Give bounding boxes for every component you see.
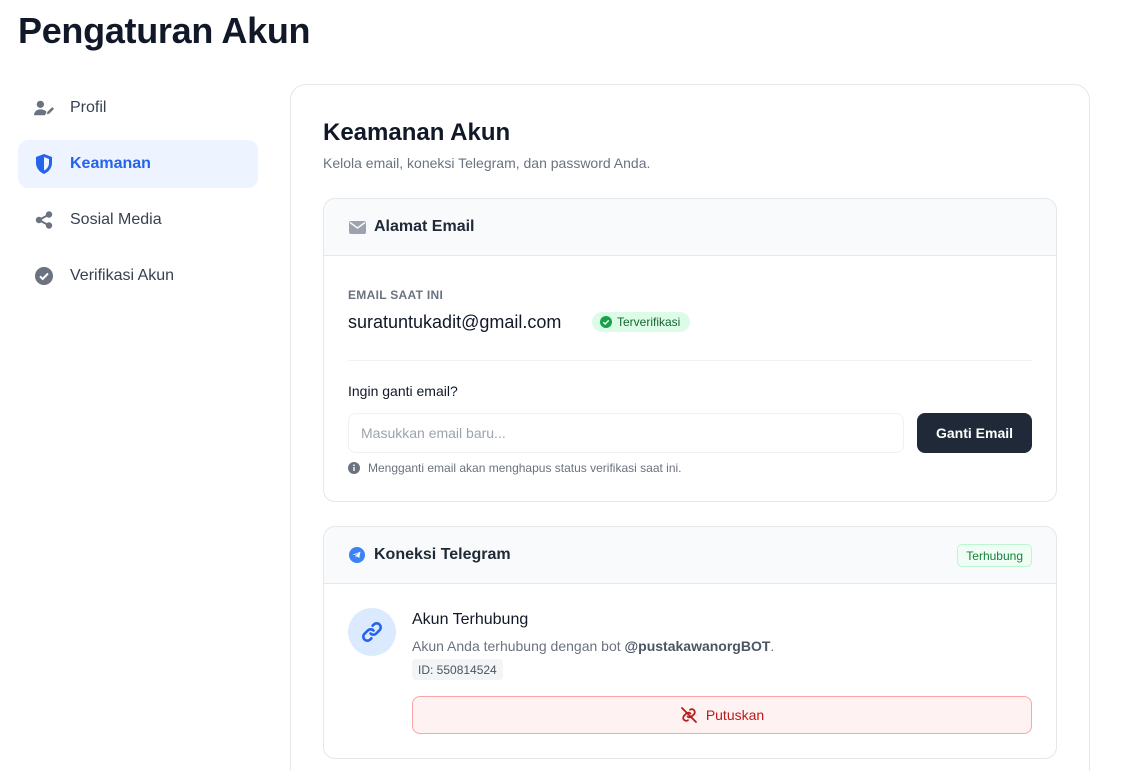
telegram-card: Koneksi Telegram Terhubung Akun Terhubun… <box>323 526 1057 759</box>
change-email-button[interactable]: Ganti Email <box>917 413 1032 453</box>
telegram-card-title: Koneksi Telegram <box>374 546 511 563</box>
change-email-hint: Mengganti email akan menghapus status ve… <box>348 461 682 475</box>
email-card-header: Alamat Email <box>324 199 1056 256</box>
sidebar-item-label: Verifikasi Akun <box>70 267 175 284</box>
email-card: Alamat Email EMAIL SAAT INI suratuntukad… <box>323 198 1057 502</box>
link-avatar <box>348 608 396 656</box>
hint-text: Mengganti email akan menghapus status ve… <box>368 461 682 475</box>
unlink-icon <box>680 706 698 724</box>
sidebar-item-label: Sosial Media <box>70 211 162 228</box>
disconnect-button[interactable]: Putuskan <box>412 696 1032 734</box>
disconnect-label: Putuskan <box>705 707 765 723</box>
telegram-id: ID: 550814524 <box>412 659 503 680</box>
telegram-icon <box>348 546 366 564</box>
sidebar-item-sosial-media[interactable]: Sosial Media <box>18 196 258 244</box>
verified-badge: Terverifikasi <box>592 312 691 332</box>
user-edit-icon <box>34 98 54 118</box>
desc-prefix: Akun Anda terhubung dengan bot <box>412 638 625 654</box>
check-circle-icon <box>34 266 54 286</box>
connected-account-title: Akun Terhubung <box>412 611 529 628</box>
desc-suffix: . <box>770 638 775 654</box>
telegram-card-header: Koneksi Telegram Terhubung <box>324 527 1056 584</box>
sidebar-item-profil[interactable]: Profil <box>18 84 258 132</box>
email-card-title: Alamat Email <box>374 218 475 235</box>
current-email-value: suratuntukadit@gmail.com <box>348 312 562 332</box>
change-email-label: Ingin ganti email? <box>348 383 458 399</box>
envelope-icon <box>348 218 366 236</box>
security-panel: Keamanan Akun Kelola email, koneksi Tele… <box>290 84 1090 771</box>
check-circle-icon <box>600 316 612 328</box>
current-email-label: EMAIL SAAT INI <box>348 288 444 302</box>
settings-sidebar: Profil Keamanan Sosial Media Verifikasi … <box>18 84 258 308</box>
shield-icon <box>34 154 54 174</box>
connected-status-badge: Terhubung <box>957 544 1032 567</box>
sidebar-item-verifikasi-akun[interactable]: Verifikasi Akun <box>18 252 258 300</box>
divider <box>348 360 1032 361</box>
share-icon <box>34 210 54 230</box>
connected-account-description: Akun Anda terhubung dengan bot @pustakaw… <box>412 638 774 654</box>
verified-badge-label: Terverifikasi <box>617 315 681 329</box>
bot-name: @pustakawanorgBOT <box>624 638 771 654</box>
sidebar-item-label: Profil <box>70 99 107 116</box>
info-icon <box>348 462 360 474</box>
section-title: Keamanan Akun <box>323 119 511 146</box>
new-email-input[interactable] <box>348 413 904 453</box>
link-icon <box>362 622 382 642</box>
page-title: Pengaturan Akun <box>18 10 311 51</box>
section-subtitle: Kelola email, koneksi Telegram, dan pass… <box>323 155 651 171</box>
sidebar-item-label: Keamanan <box>70 155 151 172</box>
sidebar-item-keamanan[interactable]: Keamanan <box>18 140 258 188</box>
